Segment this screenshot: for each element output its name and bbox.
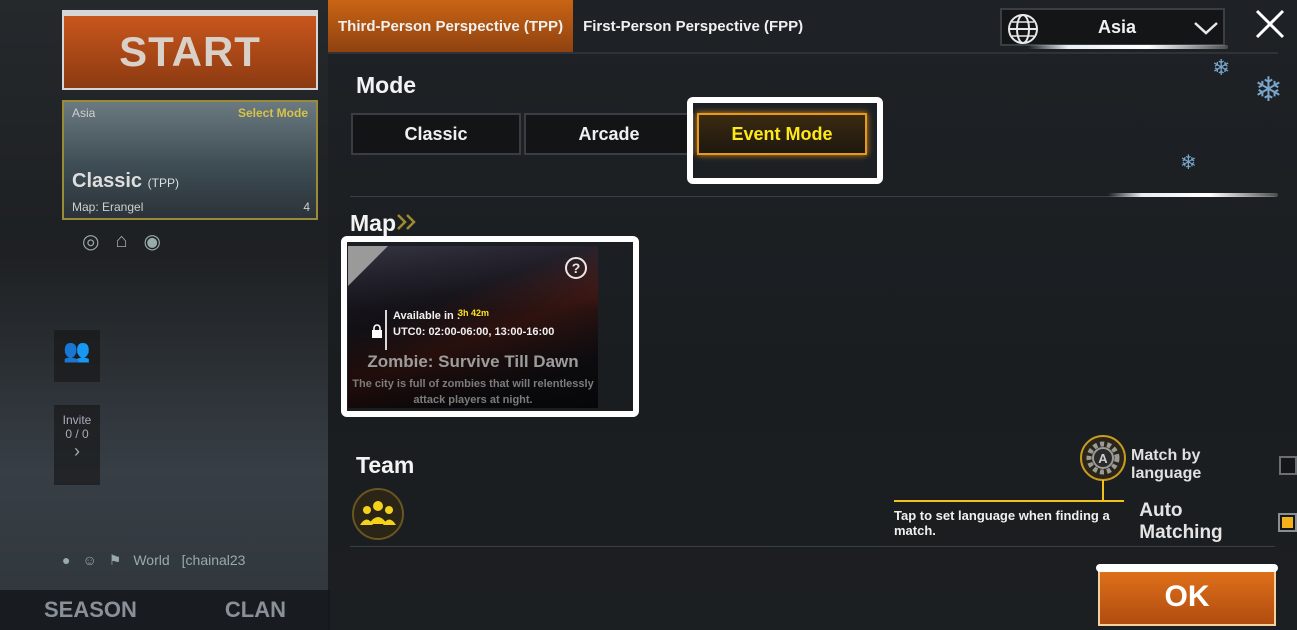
mode-card-mode-name: Classic	[72, 170, 143, 192]
mode-arcade-button[interactable]: Arcade	[524, 113, 694, 155]
friends-button[interactable]: 👥	[54, 330, 100, 382]
squad-button[interactable]	[352, 488, 404, 540]
selected-mode-card[interactable]: Asia Select Mode Classic (TPP) Map: Eran…	[62, 100, 318, 220]
perspective-tabs: Third-Person Perspective (TPP) First-Per…	[328, 0, 813, 52]
mode-card-region: Asia	[72, 106, 96, 120]
tab-tpp[interactable]: Third-Person Perspective (TPP)	[328, 0, 574, 52]
emoji-icon[interactable]: ☺	[82, 552, 96, 568]
match-by-language-checkbox[interactable]	[1278, 455, 1297, 475]
home-icon[interactable]: ⌂	[115, 230, 127, 253]
help-icon[interactable]: ?	[564, 256, 588, 280]
match-by-language-label: Match by language	[1131, 447, 1202, 482]
ok-label: OK	[1164, 580, 1210, 613]
match-by-language-row: Match by language	[1131, 447, 1297, 483]
auto-matching-checkbox[interactable]	[1278, 512, 1297, 532]
tab-divider	[328, 52, 1278, 54]
lobby-bottom-tabs: SEASON CLAN	[0, 590, 330, 630]
language-tooltip: Tap to set language when finding a match…	[894, 504, 1130, 542]
select-mode-link[interactable]: Select Mode	[238, 106, 308, 120]
chat-channel: World	[133, 552, 170, 568]
mode-card-map: Map: Erangel	[72, 200, 144, 214]
team-section-title: Team	[356, 452, 415, 478]
voice-icon[interactable]: ●	[62, 552, 70, 568]
invite-label: Invite	[62, 413, 92, 427]
map-description: The city is full of zombies that will re…	[352, 378, 594, 406]
mode-options: Classic Arcade Event Mode	[351, 113, 867, 155]
target-icon[interactable]: ◎	[82, 229, 99, 254]
tab-season[interactable]: SEASON	[44, 597, 137, 623]
snowflake-icon: ❄	[1180, 150, 1197, 174]
map-card-zombie[interactable]: ? Available in : 3h 42m UTC0: 02:00-06:0…	[348, 246, 598, 408]
invite-button[interactable]: Invite 0 / 0 ›	[54, 405, 100, 485]
mode-event-button[interactable]: Event Mode	[697, 113, 867, 155]
section-divider	[350, 546, 1275, 547]
svg-text:A: A	[1098, 451, 1108, 466]
chevrons-right-icon	[397, 214, 416, 230]
map-selected-corner	[348, 246, 388, 286]
auto-matching-row: / Auto Matching	[1124, 500, 1297, 544]
info-bar	[385, 310, 387, 350]
lock-icon	[372, 324, 382, 338]
tab-clan[interactable]: CLAN	[225, 597, 286, 623]
mode-section-title: Mode	[356, 72, 417, 98]
map-name: Zombie: Survive Till Dawn	[367, 352, 579, 371]
chat-bar[interactable]: ● ☺ ⚑ World [chainal23	[54, 540, 330, 580]
friends-icon: 👥	[63, 338, 91, 363]
start-label: START	[119, 28, 261, 75]
available-timer: 3h 42m	[458, 308, 490, 318]
lobby-background: START Asia Select Mode Classic (TPP) Map…	[0, 0, 330, 630]
mode-selection-dialog: Third-Person Perspective (TPP) First-Per…	[328, 0, 1297, 630]
snowflake-icon: ❄	[1254, 70, 1283, 110]
chevron-down-icon	[1194, 22, 1218, 35]
parachute-icon[interactable]: ◉	[144, 229, 161, 254]
chevron-right-icon: ›	[74, 441, 80, 461]
map-section-title: Map	[350, 210, 396, 236]
mode-card-perspective: (TPP)	[147, 176, 179, 190]
start-button[interactable]: START	[62, 10, 318, 90]
invite-count: 0 / 0	[65, 427, 89, 441]
language-gear-icon[interactable]: A	[1079, 434, 1127, 482]
tab-fpp[interactable]: First-Person Perspective (FPP)	[573, 0, 813, 52]
tooltip-rule	[894, 500, 1124, 502]
chat-user: [chainal23	[181, 552, 246, 568]
available-in-label: Available in :	[393, 310, 460, 322]
mode-card-mode: Classic (TPP)	[72, 170, 179, 193]
snow-decoration	[1028, 45, 1228, 49]
snowflake-icon: ❄	[1212, 56, 1231, 81]
snow-decoration	[1096, 564, 1278, 572]
tooltip-stem	[1102, 480, 1104, 501]
squad-icon	[360, 501, 396, 525]
globe-icon	[1008, 14, 1038, 44]
snow-decoration	[1108, 193, 1278, 197]
flag-icon[interactable]: ⚑	[109, 552, 122, 569]
available-in-text: Available in	[393, 310, 454, 322]
ok-button[interactable]: OK	[1098, 568, 1276, 626]
lobby-icon-row: ◎ ⌂ ◉	[66, 224, 316, 258]
region-value: Asia	[1097, 16, 1137, 37]
mode-card-squad-count: 4	[303, 200, 310, 214]
auto-matching-label: Auto Matching	[1139, 500, 1223, 543]
svg-text:?: ?	[572, 260, 581, 276]
available-hours: UTC0: 02:00-06:00, 13:00-16:00	[393, 326, 555, 338]
mode-classic-button[interactable]: Classic	[351, 113, 521, 155]
region-dropdown[interactable]: Asia	[1000, 8, 1225, 46]
close-icon[interactable]	[1252, 6, 1288, 42]
